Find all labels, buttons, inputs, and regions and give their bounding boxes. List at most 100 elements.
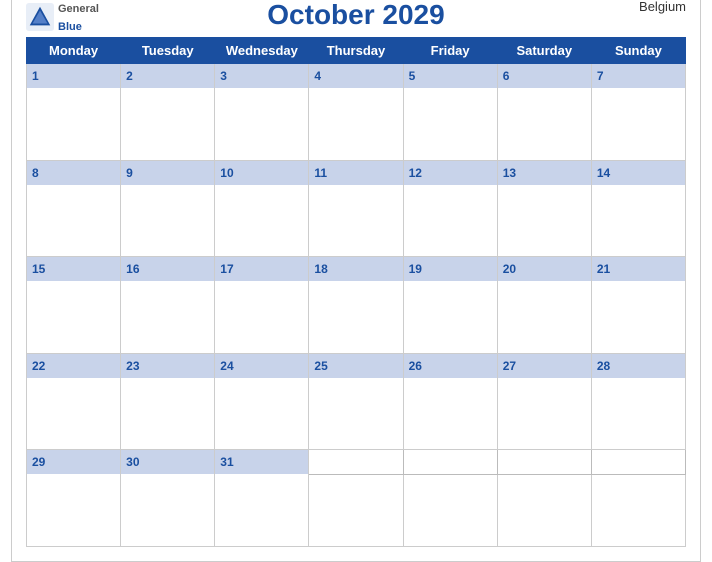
date-number-27: 27 — [503, 359, 516, 373]
week-2-body-row — [27, 185, 686, 257]
weekday-saturday: Saturday — [497, 38, 591, 64]
body-cell-16 — [121, 281, 215, 353]
body-cell-empty-4 — [403, 474, 497, 546]
week-2-date-row: 891011121314 — [27, 160, 686, 185]
date-cell-13: 13 — [497, 160, 591, 185]
date-number-3: 3 — [220, 69, 227, 83]
week-5-body-row — [27, 474, 686, 546]
body-cell-empty-3 — [309, 474, 403, 546]
date-cell-28: 28 — [591, 353, 685, 378]
weekday-sunday: Sunday — [591, 38, 685, 64]
body-cell-empty-6 — [591, 474, 685, 546]
date-cell-17: 17 — [215, 257, 309, 282]
body-cell-15 — [27, 281, 121, 353]
body-cell-24 — [215, 378, 309, 450]
date-cell-19: 19 — [403, 257, 497, 282]
week-3-body-row — [27, 281, 686, 353]
body-cell-10 — [215, 185, 309, 257]
date-cell-2: 2 — [121, 64, 215, 89]
week-4-body-row — [27, 378, 686, 450]
date-number-22: 22 — [32, 359, 45, 373]
weekday-tuesday: Tuesday — [121, 38, 215, 64]
body-cell-26 — [403, 378, 497, 450]
body-cell-9 — [121, 185, 215, 257]
date-number-5: 5 — [409, 69, 416, 83]
date-cell-29: 29 — [27, 450, 121, 475]
date-cell-empty — [591, 450, 685, 475]
weekday-wednesday: Wednesday — [215, 38, 309, 64]
date-cell-20: 20 — [497, 257, 591, 282]
date-cell-12: 12 — [403, 160, 497, 185]
week-5-date-row: 2930 31 — [27, 450, 686, 475]
date-cell-15: 15 — [27, 257, 121, 282]
body-cell-22 — [27, 378, 121, 450]
date-number-14: 14 — [597, 166, 610, 180]
date-cell-empty — [309, 450, 403, 475]
body-cell-20 — [497, 281, 591, 353]
body-cell-1 — [27, 88, 121, 160]
body-cell-11 — [309, 185, 403, 257]
body-cell-7 — [591, 88, 685, 160]
logo-area: General Blue — [26, 0, 99, 35]
date-number-1: 1 — [32, 69, 39, 83]
body-cell-empty-5 — [497, 474, 591, 546]
body-cell-2 — [121, 88, 215, 160]
calendar-title: October 2029 — [267, 0, 444, 31]
date-number-25: 25 — [314, 359, 327, 373]
date-number-28: 28 — [597, 359, 610, 373]
country-label: Belgium — [639, 0, 686, 14]
body-cell-28 — [591, 378, 685, 450]
date-number-20: 20 — [503, 262, 516, 276]
calendar-body: 1234567891011121314151617181920212223242… — [27, 64, 686, 547]
date-cell-26: 26 — [403, 353, 497, 378]
date-number-4: 4 — [314, 69, 321, 83]
weekday-header-row: Monday Tuesday Wednesday Thursday Friday… — [27, 38, 686, 64]
body-cell-4 — [309, 88, 403, 160]
date-cell-11: 11 — [309, 160, 403, 185]
date-number-15: 15 — [32, 262, 45, 276]
date-number-2: 2 — [126, 69, 133, 83]
body-cell-21 — [591, 281, 685, 353]
week-1-body-row — [27, 88, 686, 160]
body-cell-6 — [497, 88, 591, 160]
date-cell-10: 10 — [215, 160, 309, 185]
date-cell-27: 27 — [497, 353, 591, 378]
body-cell-25 — [309, 378, 403, 450]
date-cell-5: 5 — [403, 64, 497, 89]
date-cell-empty — [403, 450, 497, 475]
date-cell-7: 7 — [591, 64, 685, 89]
date-cell-4: 4 — [309, 64, 403, 89]
date-number-11: 11 — [314, 166, 327, 180]
date-cell-24: 24 — [215, 353, 309, 378]
date-number-7: 7 — [597, 69, 604, 83]
date-cell-31: 31 — [215, 450, 309, 475]
date-number-12: 12 — [409, 166, 422, 180]
week-4-date-row: 22232425262728 — [27, 353, 686, 378]
date-cell-6: 6 — [497, 64, 591, 89]
date-number-16: 16 — [126, 262, 139, 276]
body-cell-18 — [309, 281, 403, 353]
date-cell-1: 1 — [27, 64, 121, 89]
body-cell-19 — [403, 281, 497, 353]
body-cell-31 — [215, 474, 309, 546]
body-cell-8 — [27, 185, 121, 257]
body-cell-14 — [591, 185, 685, 257]
body-cell-30 — [121, 474, 215, 546]
date-cell-30: 30 — [121, 450, 215, 475]
date-number-31: 31 — [220, 455, 233, 469]
body-cell-27 — [497, 378, 591, 450]
date-cell-14: 14 — [591, 160, 685, 185]
date-cell-empty — [497, 450, 591, 475]
date-number-18: 18 — [314, 262, 327, 276]
date-cell-22: 22 — [27, 353, 121, 378]
logo-general: General — [58, 3, 99, 15]
date-number-10: 10 — [220, 166, 233, 180]
date-cell-3: 3 — [215, 64, 309, 89]
date-cell-16: 16 — [121, 257, 215, 282]
date-cell-25: 25 — [309, 353, 403, 378]
calendar-header: General Blue October 2029 Belgium — [26, 0, 686, 31]
week-1-date-row: 1 2 3 4 5 67 — [27, 64, 686, 89]
weekday-monday: Monday — [27, 38, 121, 64]
body-cell-3 — [215, 88, 309, 160]
weekday-thursday: Thursday — [309, 38, 403, 64]
